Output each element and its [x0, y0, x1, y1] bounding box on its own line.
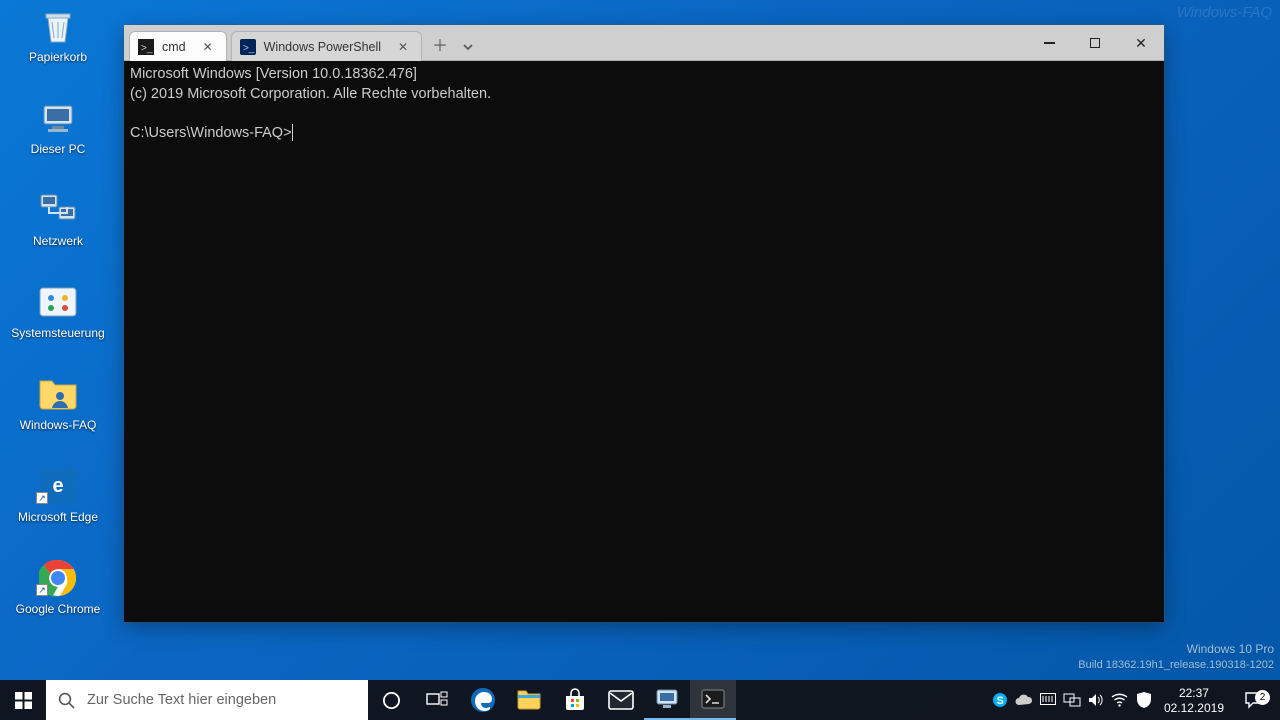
terminal-line: (c) 2019 Microsoft Corporation. Alle Rec… [130, 86, 491, 102]
taskbar-clock[interactable]: 22:37 02.12.2019 [1156, 684, 1232, 716]
close-button[interactable]: ✕ [1118, 25, 1164, 61]
desktop-icon-papierkorb[interactable]: Papierkorb [8, 2, 108, 94]
taskbar-file-explorer[interactable] [506, 680, 552, 720]
start-button[interactable] [0, 680, 46, 720]
skype-icon: S [992, 692, 1008, 708]
maximize-button[interactable] [1072, 25, 1118, 61]
tab-strip: >_ cmd ✕ >_ Windows PowerShell ✕ ＋ [124, 25, 482, 61]
tray-onedrive[interactable] [1012, 680, 1036, 720]
taskview-icon [426, 691, 448, 709]
desktop-icon-label: Papierkorb [29, 51, 87, 65]
network-icon [36, 188, 80, 232]
clock-time: 22:37 [1164, 686, 1224, 701]
search-icon [58, 692, 75, 709]
minimize-button[interactable] [1026, 25, 1072, 61]
desktop-icon-dieser-pc[interactable]: Dieser PC [8, 94, 108, 186]
volume-icon [1088, 693, 1104, 707]
windows-logo-icon [15, 692, 32, 709]
taskbar-windows-terminal[interactable] [690, 680, 736, 720]
desktop-icon-label: Netzwerk [33, 235, 83, 249]
tray-network[interactable] [1060, 680, 1084, 720]
clock-date: 02.12.2019 [1164, 701, 1224, 716]
svg-text:>_: >_ [141, 43, 153, 54]
window-titlebar[interactable]: >_ cmd ✕ >_ Windows PowerShell ✕ ＋ [124, 25, 1164, 61]
wifi-icon [1111, 693, 1128, 707]
desktop-icon-label: Microsoft Edge [18, 511, 98, 525]
desktop-icon-label: Google Chrome [16, 603, 101, 617]
taskbar-snip[interactable] [644, 680, 690, 720]
desktop-icon-label: Windows-FAQ [20, 419, 97, 433]
build-watermark: Windows 10 Pro Build 18362.19h1_release.… [1078, 641, 1274, 674]
wallpaper-watermark: Windows-FAQ [1177, 4, 1272, 21]
desktop-icon-label: Dieser PC [31, 143, 86, 157]
mail-icon [608, 690, 634, 710]
defender-icon [1137, 692, 1151, 708]
cmd-icon: >_ [138, 39, 154, 55]
terminal-prompt: C:\Users\Windows-FAQ> [130, 125, 292, 141]
search-placeholder: Zur Suche Text hier eingeben [87, 692, 276, 708]
recycle-bin-icon [36, 4, 80, 48]
tab-label: Windows PowerShell [264, 40, 381, 54]
tray-skype[interactable]: S [988, 680, 1012, 720]
desktop-icons: Papierkorb Dieser PC Netzwerk Systemsteu… [8, 2, 112, 646]
desktop-icon-windows-faq[interactable]: Windows-FAQ [8, 370, 108, 462]
powershell-icon: >_ [240, 39, 256, 55]
watermark-edition: Windows 10 Pro [1078, 641, 1274, 658]
onedrive-icon [1015, 694, 1033, 706]
tray-volume[interactable] [1084, 680, 1108, 720]
windows-terminal-window: >_ cmd ✕ >_ Windows PowerShell ✕ ＋ [124, 25, 1164, 622]
terminal-cursor [292, 124, 294, 141]
explorer-icon [517, 689, 541, 711]
control-panel-icon [36, 280, 80, 324]
tray-windows-defender[interactable] [1132, 680, 1156, 720]
terminal-icon [701, 689, 725, 709]
taskbar-edge[interactable] [460, 680, 506, 720]
store-icon [563, 688, 587, 712]
taskbar-task-view[interactable] [414, 680, 460, 720]
taskbar-search[interactable]: Zur Suche Text hier eingeben [46, 680, 368, 720]
edge-icon [470, 687, 496, 713]
svg-text:S: S [996, 695, 1003, 707]
watermark-build: Build 18362.19h1_release.190318-1202 [1078, 658, 1274, 674]
folder-user-icon [36, 372, 80, 416]
notification-count: 2 [1255, 690, 1270, 705]
shortcut-arrow-icon: ↗ [36, 492, 48, 504]
network-pc-icon [1063, 693, 1081, 707]
taskbar-cortana[interactable] [368, 680, 414, 720]
tab-close-button[interactable]: ✕ [200, 39, 216, 55]
desktop-icon-netzwerk[interactable]: Netzwerk [8, 186, 108, 278]
tab-close-button[interactable]: ✕ [395, 39, 411, 55]
desktop-icon-systemsteuerung[interactable]: Systemsteuerung [8, 278, 108, 370]
this-pc-icon [36, 96, 80, 140]
tab-label: cmd [162, 40, 186, 54]
tray-input-indicator[interactable] [1036, 680, 1060, 720]
terminal-output[interactable]: Microsoft Windows [Version 10.0.18362.47… [124, 61, 1164, 622]
desktop: Windows-FAQ Papierkorb Dieser PC Netzwer… [0, 0, 1280, 720]
terminal-line: Microsoft Windows [Version 10.0.18362.47… [130, 66, 417, 82]
desktop-icon-label: Systemsteuerung [11, 327, 104, 341]
circle-icon [382, 691, 401, 710]
tab-powershell[interactable]: >_ Windows PowerShell ✕ [231, 31, 422, 61]
action-center-button[interactable]: 2 [1232, 691, 1274, 709]
system-tray: S 22:37 02.12.2019 2 [988, 680, 1280, 720]
taskbar-mail[interactable] [598, 680, 644, 720]
desktop-icon-google-chrome[interactable]: ↗ Google Chrome [8, 554, 108, 646]
tray-wifi[interactable] [1108, 680, 1132, 720]
taskbar: Zur Suche Text hier eingeben S [0, 680, 1280, 720]
desktop-icon-microsoft-edge[interactable]: e ↗ Microsoft Edge [8, 462, 108, 554]
tab-cmd[interactable]: >_ cmd ✕ [129, 31, 227, 61]
keyboard-icon [1040, 693, 1056, 707]
snip-icon [655, 688, 679, 710]
new-tab-button[interactable]: ＋ [426, 33, 454, 61]
svg-text:>_: >_ [243, 43, 255, 54]
taskbar-microsoft-store[interactable] [552, 680, 598, 720]
titlebar-drag-area[interactable] [482, 25, 1026, 60]
tab-dropdown-button[interactable] [454, 33, 482, 61]
shortcut-arrow-icon: ↗ [36, 584, 48, 596]
